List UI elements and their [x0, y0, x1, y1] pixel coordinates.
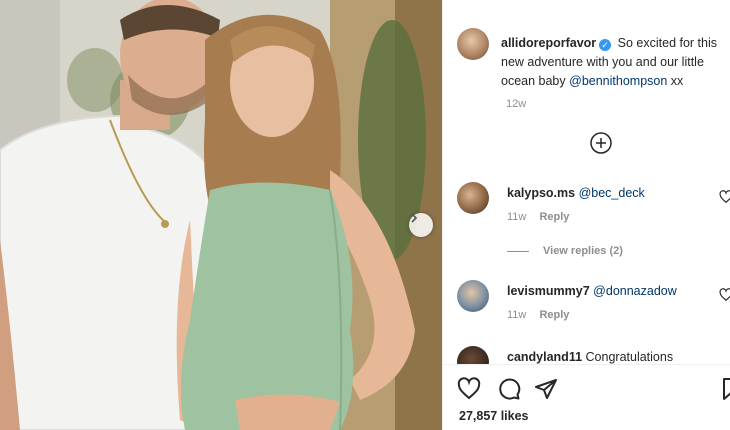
- post-side-panel: allidoreporfavor ✓ So excited for this ne…: [442, 0, 730, 430]
- verified-badge-icon: ✓: [599, 39, 612, 51]
- comment-username[interactable]: kalypso.ms: [507, 186, 575, 200]
- heart-icon[interactable]: [457, 377, 481, 401]
- heart-icon[interactable]: [719, 288, 730, 302]
- heart-icon[interactable]: [719, 190, 730, 204]
- comment-text: levismummy7 @donnazadow: [507, 284, 677, 298]
- plus-circle-icon[interactable]: [589, 131, 613, 155]
- view-replies-label: View replies (2): [543, 245, 623, 257]
- action-bar: 27,857 likes: [443, 364, 730, 430]
- caption-text: allidoreporfavor ✓ So excited for this ne…: [501, 34, 729, 91]
- paper-plane-icon[interactable]: [534, 377, 558, 401]
- reply-button[interactable]: Reply: [539, 309, 569, 321]
- likes-count[interactable]: 27,857 likes: [459, 409, 529, 423]
- bookmark-icon[interactable]: [719, 377, 730, 401]
- comment-meta: 11w Reply: [507, 309, 569, 321]
- caption-timestamp[interactable]: 12w: [506, 98, 526, 110]
- comment-text: candyland11 Congratulations: [507, 350, 673, 364]
- chevron-right-icon: [411, 213, 418, 223]
- comment-username[interactable]: candyland11: [507, 350, 582, 364]
- divider: [507, 250, 529, 252]
- caption-username[interactable]: allidoreporfavor: [501, 36, 596, 50]
- comment-body: Congratulations: [585, 350, 674, 364]
- caption-mention[interactable]: @bennithompson: [569, 74, 667, 88]
- couple-photo-illustration: [0, 0, 442, 430]
- comment-timestamp[interactable]: 11w: [507, 309, 526, 321]
- comment-mention[interactable]: @bec_deck: [579, 186, 645, 200]
- comment-username[interactable]: levismummy7: [507, 284, 590, 298]
- comment-text: kalypso.ms @bec_deck: [507, 186, 645, 200]
- post-photo: [0, 0, 442, 430]
- view-replies-button[interactable]: View replies (2): [507, 245, 623, 257]
- comment-mention[interactable]: @donnazadow: [593, 284, 677, 298]
- next-photo-button[interactable]: [409, 213, 433, 237]
- reply-button[interactable]: Reply: [539, 211, 569, 223]
- avatar[interactable]: [457, 280, 489, 312]
- comment-timestamp[interactable]: 11w: [507, 211, 526, 223]
- comment-bubble-icon[interactable]: [497, 377, 521, 401]
- comment-meta: 11w Reply: [507, 211, 569, 223]
- avatar[interactable]: [457, 28, 489, 60]
- caption-suffix: xx: [670, 74, 684, 88]
- avatar[interactable]: [457, 182, 489, 214]
